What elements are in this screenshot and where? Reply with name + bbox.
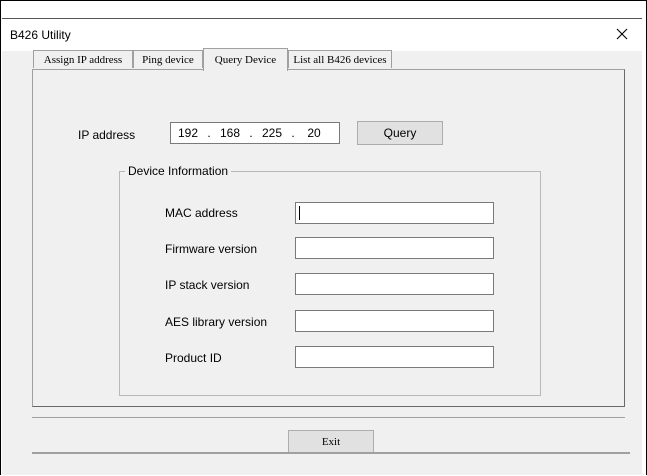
mac-address-field[interactable] [295, 202, 494, 224]
firmware-version-field[interactable] [295, 237, 494, 259]
ip-address-label: IP address [78, 128, 136, 142]
query-button[interactable]: Query [357, 121, 443, 145]
tab-list-all-b426-devices[interactable]: List all B426 devices [288, 50, 392, 68]
tab-label: Assign IP address [43, 53, 123, 66]
ip-octet-2[interactable]: 168 [213, 126, 247, 140]
query-button-label: Query [383, 126, 417, 140]
close-button[interactable] [602, 19, 642, 51]
tab-label: Ping device [142, 53, 194, 66]
product-id-field[interactable] [295, 346, 494, 368]
window-bottom-edge [32, 452, 630, 454]
ip-separator: . [291, 126, 295, 140]
ip-separator: . [207, 126, 211, 140]
tab-query-device[interactable]: Query Device [203, 48, 288, 71]
ip-separator: . [249, 126, 253, 140]
tab-assign-ip-address[interactable]: Assign IP address [33, 50, 133, 68]
ip-address-input[interactable]: 192 . 168 . 225 . 20 [170, 122, 340, 144]
tab-label: List all B426 devices [293, 53, 387, 66]
footer-divider [32, 417, 625, 418]
product-id-label: Product ID [165, 351, 222, 365]
ip-stack-version-label: IP stack version [165, 278, 250, 292]
window-title: B426 Utility [10, 28, 71, 42]
ip-stack-version-field[interactable] [295, 273, 494, 295]
exit-button-label: Exit [321, 436, 341, 448]
close-icon [616, 28, 628, 43]
ip-octet-1[interactable]: 192 [171, 126, 205, 140]
ip-octet-3[interactable]: 225 [255, 126, 289, 140]
tab-label: Query Device [214, 54, 277, 66]
aes-library-version-label: AES library version [165, 315, 268, 329]
device-information-title: Device Information [125, 164, 232, 178]
exit-button[interactable]: Exit [288, 430, 374, 454]
tab-ping-device[interactable]: Ping device [133, 50, 203, 68]
ip-octet-4[interactable]: 20 [297, 126, 331, 140]
firmware-version-label: Firmware version [165, 242, 258, 256]
text-caret [299, 206, 300, 220]
title-bar: B426 Utility [2, 19, 642, 51]
mac-address-label: MAC address [165, 206, 238, 220]
aes-library-version-field[interactable] [295, 310, 494, 332]
